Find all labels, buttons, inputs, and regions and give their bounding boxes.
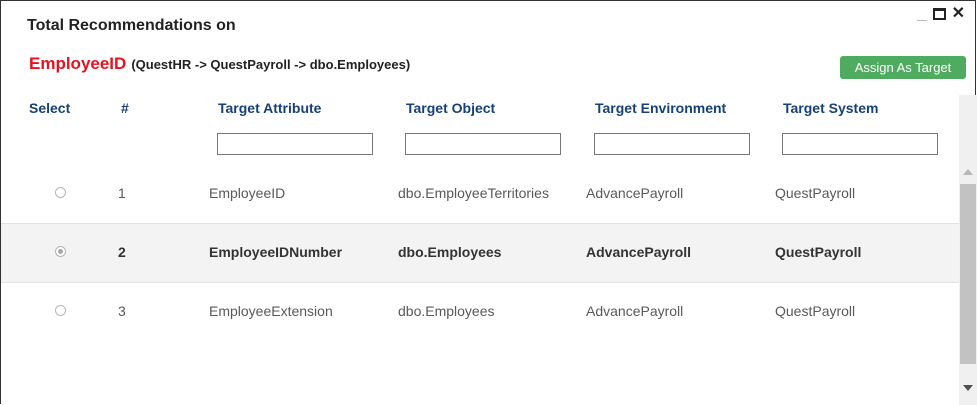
cell-target-environment: AdvancePayroll (586, 185, 684, 201)
cell-target-system: QuestPayroll (775, 303, 856, 319)
table-scrollbar[interactable] (959, 95, 977, 405)
entity-path: (QuestHR -> QuestPayroll -> dbo.Employee… (131, 57, 411, 72)
filter-target-attribute[interactable] (217, 133, 373, 155)
entity-header: EmployeeID (QuestHR -> QuestPayroll -> d… (29, 54, 410, 74)
scroll-up-arrow-icon[interactable] (963, 169, 973, 175)
row-number: 2 (118, 244, 126, 260)
cell-target-object: dbo.Employees (398, 244, 502, 260)
cell-target-system: QuestPayroll (775, 244, 862, 260)
header-target-object[interactable]: Target Object (406, 100, 495, 116)
maximize-icon[interactable] (932, 8, 946, 20)
table-row[interactable]: 1 EmployeeID dbo.EmployeeTerritories Adv… (1, 165, 959, 224)
cell-target-object: dbo.Employees (398, 303, 495, 319)
filter-target-system[interactable] (782, 133, 938, 155)
scrollbar-thumb[interactable] (960, 184, 976, 364)
cell-target-attribute: EmployeeID (209, 185, 286, 201)
header-target-environment[interactable]: Target Environment (595, 100, 726, 116)
cell-target-system: QuestPayroll (775, 185, 856, 201)
entity-name: EmployeeID (29, 54, 127, 73)
close-icon[interactable]: ✕ (952, 6, 965, 22)
row-number: 1 (118, 185, 126, 201)
filter-target-object[interactable] (405, 133, 561, 155)
cell-target-attribute: EmployeeIDNumber (209, 244, 343, 260)
filter-target-environment[interactable] (594, 133, 750, 155)
window-controls: ✕ (916, 6, 965, 22)
recommendations-dialog: Total Recommendations on ✕ EmployeeID (Q… (0, 0, 977, 405)
header-target-attribute[interactable]: Target Attribute (218, 100, 321, 116)
header-number: # (121, 100, 129, 116)
row-number: 3 (118, 303, 126, 319)
row-select-radio[interactable] (55, 246, 66, 257)
cell-target-environment: AdvancePayroll (586, 244, 692, 260)
cell-target-attribute: EmployeeExtension (209, 303, 333, 319)
minimize-icon[interactable] (916, 19, 927, 21)
assign-as-target-button[interactable]: Assign As Target (840, 56, 966, 79)
table-row[interactable]: 2 EmployeeIDNumber dbo.Employees Advance… (1, 224, 959, 283)
table-row[interactable]: 3 EmployeeExtension dbo.Employees Advanc… (1, 283, 959, 342)
scroll-down-arrow-icon[interactable] (963, 385, 973, 391)
header-target-system[interactable]: Target System (783, 100, 878, 116)
row-select-radio[interactable] (55, 305, 66, 316)
dialog-title: Total Recommendations on (27, 17, 236, 34)
cell-target-environment: AdvancePayroll (586, 303, 684, 319)
header-select: Select (29, 100, 71, 116)
row-select-radio[interactable] (55, 187, 66, 198)
cell-target-object: dbo.EmployeeTerritories (398, 185, 549, 201)
